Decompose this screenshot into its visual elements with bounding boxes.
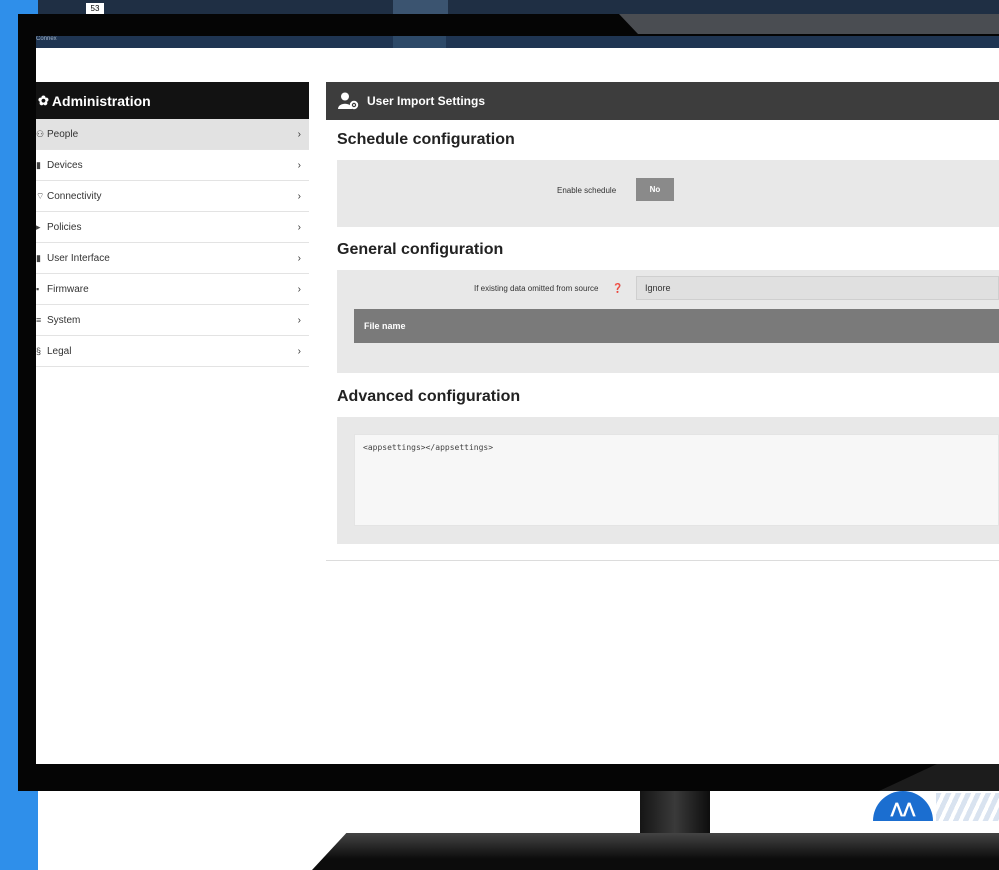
advanced-heading: Advanced configuration xyxy=(337,388,521,405)
decorative-stripes xyxy=(936,793,999,821)
general-box: If existing data omitted from source ❓ I… xyxy=(337,270,999,373)
sidebar-header: ✿ Administration xyxy=(36,82,309,119)
chevron-right-icon: › xyxy=(297,128,301,140)
schedule-box: Enable schedule No xyxy=(337,160,999,227)
number-badge: 53 xyxy=(86,3,104,14)
ui-icon: ▮ xyxy=(36,252,41,263)
app-top-bar: Connex xyxy=(36,36,999,48)
chevron-right-icon: › xyxy=(297,190,301,202)
sidebar-item-people[interactable]: ⚇ People › xyxy=(36,119,309,150)
chevron-right-icon: › xyxy=(297,314,301,326)
xml-settings-editor[interactable]: <appsettings></appsettings> xyxy=(354,434,999,526)
sidebar-item-label: People xyxy=(47,128,79,140)
sidebar-item-label: Devices xyxy=(47,159,83,171)
monitor-screen: Connex ✿ Administration ⚇ People › ▮ Dev… xyxy=(36,36,999,764)
advanced-box: <appsettings></appsettings> xyxy=(337,417,999,544)
bezel-highlight xyxy=(619,14,999,34)
monitor-stand-base xyxy=(312,833,999,870)
sidebar-item-policies[interactable]: ▸ Policies › xyxy=(36,212,309,243)
sidebar-title: Administration xyxy=(51,92,151,109)
file-name-column-header: File name xyxy=(354,309,999,343)
enable-schedule-label: Enable schedule xyxy=(557,186,617,195)
app-name: Connex xyxy=(36,36,57,42)
sidebar-item-label: Connectivity xyxy=(47,190,102,202)
wifi-icon: ⌔ xyxy=(36,190,45,201)
legal-icon: § xyxy=(36,346,42,356)
sidebar-item-label: System xyxy=(47,314,81,326)
help-icon[interactable]: ❓ xyxy=(612,283,623,294)
sidebar-item-label: Policies xyxy=(47,221,82,233)
user-settings-icon xyxy=(338,92,359,110)
chevron-right-icon: › xyxy=(297,252,301,264)
schedule-heading: Schedule configuration xyxy=(337,131,515,148)
chevron-right-icon: › xyxy=(297,221,301,233)
top-band-segment xyxy=(393,0,448,14)
sidebar-item-devices[interactable]: ▮ Devices › xyxy=(36,150,309,181)
omitted-data-label: If existing data omitted from source xyxy=(474,284,599,293)
sidebar-item-legal[interactable]: § Legal › xyxy=(36,336,309,367)
firmware-icon: ▪ xyxy=(36,284,40,294)
sidebar-item-system[interactable]: ≡ System › xyxy=(36,305,309,336)
sidebar-item-label: User Interface xyxy=(47,252,110,264)
chevron-right-icon: › xyxy=(297,345,301,357)
background-top-band xyxy=(38,0,999,14)
gear-icon: ✿ xyxy=(38,92,49,108)
people-icon: ⚇ xyxy=(36,128,45,139)
sidebar-item-label: Firmware xyxy=(47,283,89,295)
chevron-right-icon: › xyxy=(297,159,301,171)
admin-sidebar: ✿ Administration ⚇ People › ▮ Devices › … xyxy=(36,82,309,367)
sidebar-item-firmware[interactable]: ▪ Firmware › xyxy=(36,274,309,305)
brand-logo-icon: ᐱᐱ xyxy=(873,791,933,821)
monitor-stand-neck xyxy=(640,791,710,840)
app-top-bar-segment xyxy=(393,36,446,48)
sidebar-item-label: Legal xyxy=(47,345,72,357)
panel-title: User Import Settings xyxy=(367,94,486,108)
device-icon: ▮ xyxy=(36,159,41,170)
omitted-data-select[interactable]: Ignore xyxy=(636,276,999,300)
chevron-right-icon: › xyxy=(297,283,301,295)
sidebar-item-user-interface[interactable]: ▮ User Interface › xyxy=(36,243,309,274)
settings-panel: User Import Settings Schedule configurat… xyxy=(326,82,999,561)
general-heading: General configuration xyxy=(337,241,504,258)
bezel-chin xyxy=(879,763,999,791)
system-icon: ≡ xyxy=(36,315,42,325)
sidebar-item-connectivity[interactable]: ⌔ Connectivity › xyxy=(36,181,309,212)
enable-schedule-toggle[interactable]: No xyxy=(636,178,674,201)
policy-icon: ▸ xyxy=(36,221,41,232)
panel-header: User Import Settings xyxy=(326,82,999,120)
